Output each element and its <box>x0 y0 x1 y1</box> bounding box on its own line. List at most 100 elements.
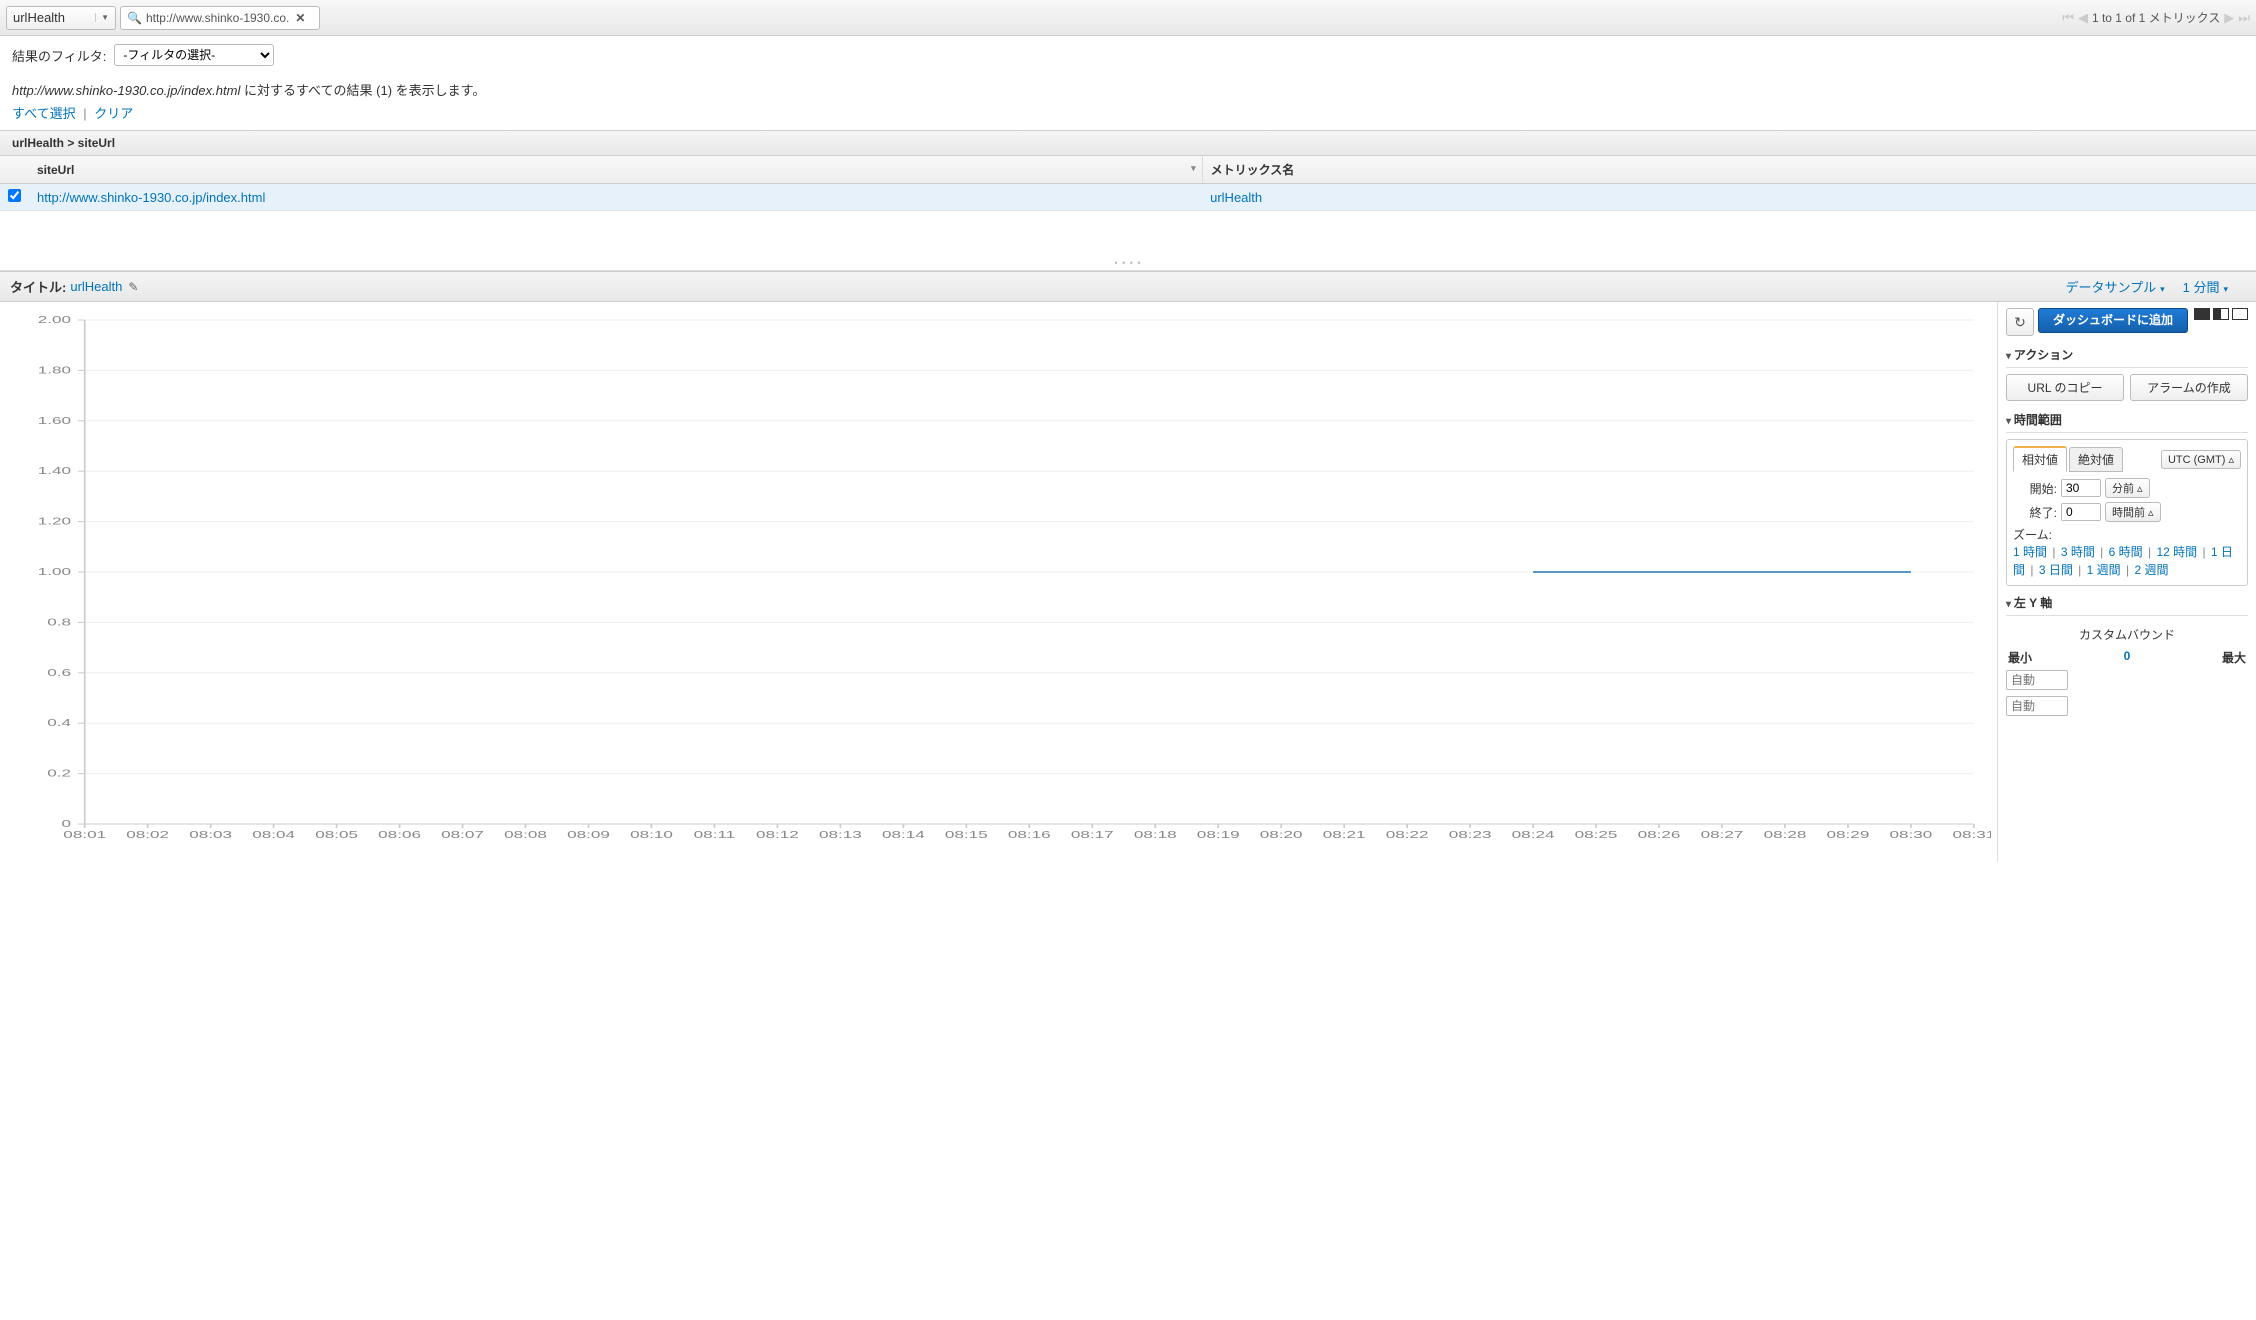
y-custom-bound-label: カスタムバウンド <box>2006 626 2248 643</box>
svg-text:0.2: 0.2 <box>47 767 71 778</box>
svg-text:0.8: 0.8 <box>47 616 71 627</box>
svg-text:08:28: 08:28 <box>1764 829 1807 840</box>
zoom-link[interactable]: 3 日間 <box>2039 563 2073 577</box>
time-range-box: 相対値 絶対値 UTC (GMT) ▵ 開始: 分前 ▵ 終了: 時間前 ▵ ズ… <box>2006 439 2248 586</box>
metric-namespace-dropdown[interactable]: urlHealth ▼ <box>6 6 116 30</box>
results-suffix: に対するすべての結果 (1) を表示します。 <box>240 83 485 98</box>
zoom-link[interactable]: 2 週間 <box>2134 563 2168 577</box>
clear-link[interactable]: クリア <box>94 106 133 121</box>
table-row[interactable]: http://www.shinko-1930.co.jp/index.html … <box>0 184 2256 211</box>
period-dropdown[interactable]: 1 分間▾ <box>2183 277 2228 296</box>
svg-text:08:22: 08:22 <box>1386 829 1429 840</box>
svg-text:08:05: 08:05 <box>315 829 358 840</box>
svg-text:08:21: 08:21 <box>1323 829 1366 840</box>
search-icon: 🔍 <box>127 11 142 25</box>
svg-text:08:20: 08:20 <box>1260 829 1303 840</box>
svg-text:08:01: 08:01 <box>63 829 106 840</box>
panel-resize-handle[interactable]: • • • • <box>0 211 2256 271</box>
svg-text:08:16: 08:16 <box>1008 829 1051 840</box>
chart-title-value: urlHealth <box>70 279 122 294</box>
svg-text:08:07: 08:07 <box>441 829 484 840</box>
svg-text:08:26: 08:26 <box>1638 829 1681 840</box>
actions-section-header[interactable]: アクション <box>2006 342 2248 368</box>
chart-canvas[interactable]: 00.20.40.60.81.001.201.401.601.802.0008:… <box>0 302 1998 862</box>
svg-text:0: 0 <box>62 818 72 829</box>
row-metric-link[interactable]: urlHealth <box>1210 190 1262 205</box>
zoom-link[interactable]: 12 時間 <box>2156 545 2197 559</box>
svg-text:08:13: 08:13 <box>819 829 862 840</box>
grip-icon: • • • • <box>1114 258 1141 268</box>
end-unit-select[interactable]: 時間前 ▵ <box>2105 502 2161 522</box>
zoom-link[interactable]: 6 時間 <box>2109 545 2143 559</box>
zoom-link[interactable]: 3 時間 <box>2061 545 2095 559</box>
results-filter-bar: 結果のフィルタ: -フィルタの選択- <box>0 36 2256 74</box>
chart-title-label: タイトル: <box>10 277 66 296</box>
col-metric-name[interactable]: メトリックス名 <box>1202 156 2256 184</box>
close-icon[interactable]: ✕ <box>295 11 305 25</box>
svg-text:08:23: 08:23 <box>1449 829 1492 840</box>
chart-svg: 00.20.40.60.81.001.201.401.601.802.0008:… <box>6 310 1991 850</box>
add-to-dashboard-button[interactable]: ダッシュボードに追加 <box>2038 308 2188 333</box>
y-min-input[interactable] <box>2006 670 2068 690</box>
time-range-section-header[interactable]: 時間範囲 <box>2006 407 2248 433</box>
y-min-label: 最小 <box>2008 649 2032 666</box>
top-toolbar: urlHealth ▼ 🔍 http://www.shinko-1930.co.… <box>0 0 2256 36</box>
svg-text:1.00: 1.00 <box>38 566 72 577</box>
tab-relative[interactable]: 相対値 <box>2013 446 2067 472</box>
layout-half-icon[interactable] <box>2213 308 2229 320</box>
pager-next-icon[interactable]: ▶ <box>2224 10 2234 26</box>
results-info: http://www.shinko-1930.co.jp/index.html … <box>0 74 2256 101</box>
create-alarm-button[interactable]: アラームの作成 <box>2130 374 2248 401</box>
svg-text:08:08: 08:08 <box>504 829 547 840</box>
zoom-label: ズーム: <box>2013 526 2241 543</box>
zoom-link[interactable]: 1 時間 <box>2013 545 2047 559</box>
svg-text:08:29: 08:29 <box>1827 829 1870 840</box>
breadcrumb: urlHealth > siteUrl <box>0 130 2256 156</box>
pager: ⏮ ◀ 1 to 1 of 1 メトリックス ▶ ⏭ <box>2062 9 2250 26</box>
svg-text:08:10: 08:10 <box>630 829 673 840</box>
zoom-link[interactable]: 1 週間 <box>2087 563 2121 577</box>
svg-text:08:25: 08:25 <box>1575 829 1618 840</box>
svg-text:08:06: 08:06 <box>378 829 421 840</box>
edit-title-icon[interactable]: ✎ <box>128 280 138 294</box>
start-label: 開始: <box>2013 480 2057 497</box>
search-filter-pill[interactable]: 🔍 http://www.shinko-1930.co. ✕ <box>120 6 320 30</box>
row-checkbox[interactable] <box>8 189 21 202</box>
svg-text:2.00: 2.00 <box>38 314 72 325</box>
pager-text: 1 to 1 of 1 メトリックス <box>2092 9 2220 26</box>
col-siteurl[interactable]: siteUrl ▾ <box>29 156 1202 184</box>
refresh-button[interactable]: ↻ <box>2006 308 2034 336</box>
svg-text:08:14: 08:14 <box>882 829 925 840</box>
filter-select[interactable]: -フィルタの選択- <box>114 44 274 66</box>
end-input[interactable] <box>2061 503 2101 521</box>
start-input[interactable] <box>2061 479 2101 497</box>
start-unit-select[interactable]: 分前 ▵ <box>2105 478 2150 498</box>
metric-namespace-label: urlHealth <box>13 10 65 25</box>
timezone-select[interactable]: UTC (GMT) ▵ <box>2161 450 2241 469</box>
svg-text:08:03: 08:03 <box>189 829 232 840</box>
pager-first-icon[interactable]: ⏮ <box>2062 10 2074 26</box>
zoom-links: 1 時間 | 3 時間 | 6 時間 | 12 時間 | 1 日間 | 3 日間… <box>2013 543 2241 579</box>
layout-empty-icon[interactable] <box>2232 308 2248 320</box>
svg-text:1.80: 1.80 <box>38 364 72 375</box>
y-axis-section-header[interactable]: 左 Y 軸 <box>2006 590 2248 616</box>
chevron-down-icon: ▼ <box>95 13 109 22</box>
svg-text:08:24: 08:24 <box>1512 829 1555 840</box>
pager-last-icon[interactable]: ⏭ <box>2238 10 2250 26</box>
tab-absolute[interactable]: 絶対値 <box>2069 447 2123 472</box>
svg-text:08:02: 08:02 <box>126 829 169 840</box>
row-url-link[interactable]: http://www.shinko-1930.co.jp/index.html <box>37 190 265 205</box>
data-sample-dropdown[interactable]: データサンプル▾ <box>2065 277 2164 296</box>
copy-url-button[interactable]: URL のコピー <box>2006 374 2124 401</box>
chart-sidebar: ↻ ダッシュボードに追加 アクション URL のコピー アラームの作成 時間範囲… <box>1998 302 2256 862</box>
svg-text:08:18: 08:18 <box>1134 829 1177 840</box>
y-max-input[interactable] <box>2006 696 2068 716</box>
select-all-link[interactable]: すべて選択 <box>12 106 76 121</box>
search-text: http://www.shinko-1930.co. <box>146 11 289 25</box>
svg-text:08:09: 08:09 <box>567 829 610 840</box>
layout-full-icon[interactable] <box>2194 308 2210 320</box>
pager-prev-icon[interactable]: ◀ <box>2078 10 2088 26</box>
y-zero[interactable]: 0 <box>2124 649 2131 666</box>
svg-text:08:17: 08:17 <box>1071 829 1114 840</box>
y-max-label: 最大 <box>2222 649 2246 666</box>
